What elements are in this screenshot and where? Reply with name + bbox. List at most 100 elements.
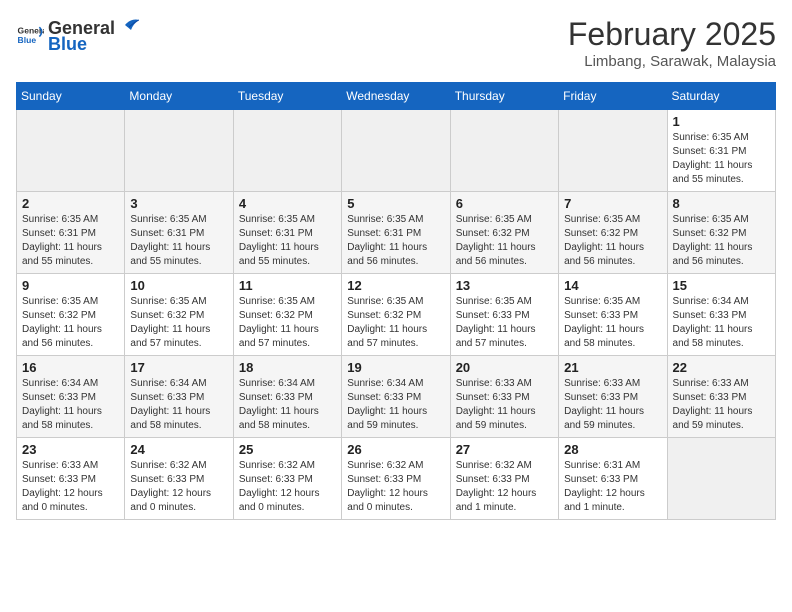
calendar-cell [233,110,341,192]
calendar-cell [17,110,125,192]
day-info: Sunrise: 6:32 AMSunset: 6:33 PMDaylight:… [456,459,553,515]
calendar-cell: 22 Sunrise: 6:33 AMSunset: 6:33 PMDayligh… [667,356,775,438]
day-info: Sunrise: 6:35 AMSunset: 6:31 PMDaylight:… [673,131,770,187]
day-number: 12 [347,278,444,293]
day-number: 4 [239,196,336,211]
calendar-week-row: 16 Sunrise: 6:34 AMSunset: 6:33 PMDayligh… [17,356,776,438]
calendar-cell: 4 Sunrise: 6:35 AMSunset: 6:31 PMDaylight… [233,192,341,274]
calendar-cell [342,110,450,192]
column-header-thursday: Thursday [450,83,558,110]
day-number: 16 [22,360,119,375]
day-number: 2 [22,196,119,211]
calendar-cell: 24 Sunrise: 6:32 AMSunset: 6:33 PMDayligh… [125,438,233,520]
calendar-cell [559,110,667,192]
day-number: 3 [130,196,227,211]
calendar-cell: 25 Sunrise: 6:32 AMSunset: 6:33 PMDayligh… [233,438,341,520]
day-info: Sunrise: 6:33 AMSunset: 6:33 PMDaylight:… [673,377,770,433]
day-info: Sunrise: 6:35 AMSunset: 6:31 PMDaylight:… [239,213,336,269]
day-number: 28 [564,442,661,457]
calendar-cell: 2 Sunrise: 6:35 AMSunset: 6:31 PMDaylight… [17,192,125,274]
logo: General Blue General Blue [16,16,141,55]
day-number: 15 [673,278,770,293]
day-number: 7 [564,196,661,211]
column-header-monday: Monday [125,83,233,110]
day-info: Sunrise: 6:35 AMSunset: 6:33 PMDaylight:… [564,295,661,351]
calendar-table: SundayMondayTuesdayWednesdayThursdayFrid… [16,82,776,520]
day-info: Sunrise: 6:35 AMSunset: 6:33 PMDaylight:… [456,295,553,351]
day-number: 8 [673,196,770,211]
day-number: 6 [456,196,553,211]
day-info: Sunrise: 6:35 AMSunset: 6:32 PMDaylight:… [456,213,553,269]
day-info: Sunrise: 6:34 AMSunset: 6:33 PMDaylight:… [130,377,227,433]
day-info: Sunrise: 6:35 AMSunset: 6:31 PMDaylight:… [347,213,444,269]
day-info: Sunrise: 6:35 AMSunset: 6:32 PMDaylight:… [673,213,770,269]
header: General Blue General Blue February 2025 … [16,16,776,70]
calendar-cell: 6 Sunrise: 6:35 AMSunset: 6:32 PMDaylight… [450,192,558,274]
day-number: 17 [130,360,227,375]
day-info: Sunrise: 6:31 AMSunset: 6:33 PMDaylight:… [564,459,661,515]
day-info: Sunrise: 6:34 AMSunset: 6:33 PMDaylight:… [22,377,119,433]
day-info: Sunrise: 6:32 AMSunset: 6:33 PMDaylight:… [347,459,444,515]
day-info: Sunrise: 6:33 AMSunset: 6:33 PMDaylight:… [22,459,119,515]
calendar-cell: 19Sunrise: 6:34 AMSunset: 6:33 PMDayligh… [342,356,450,438]
day-number: 24 [130,442,227,457]
day-info: Sunrise: 6:35 AMSunset: 6:32 PMDaylight:… [239,295,336,351]
title-block: February 2025 Limbang, Sarawak, Malaysia [568,16,776,70]
calendar-title: February 2025 [568,16,776,53]
day-info: Sunrise: 6:32 AMSunset: 6:33 PMDaylight:… [239,459,336,515]
calendar-cell: 18Sunrise: 6:34 AMSunset: 6:33 PMDayligh… [233,356,341,438]
calendar-subtitle: Limbang, Sarawak, Malaysia [568,53,776,70]
svg-text:Blue: Blue [18,35,37,45]
calendar-cell: 11 Sunrise: 6:35 AMSunset: 6:32 PMDayligh… [233,274,341,356]
calendar-week-row: 2 Sunrise: 6:35 AMSunset: 6:31 PMDaylight… [17,192,776,274]
calendar-cell: 27 Sunrise: 6:32 AMSunset: 6:33 PMDayligh… [450,438,558,520]
calendar-cell: 9Sunrise: 6:35 AMSunset: 6:32 PMDaylight… [17,274,125,356]
day-number: 11 [239,278,336,293]
column-header-saturday: Saturday [667,83,775,110]
day-number: 25 [239,442,336,457]
day-number: 18 [239,360,336,375]
day-number: 23 [22,442,119,457]
calendar-week-row: 23 Sunrise: 6:33 AMSunset: 6:33 PMDayligh… [17,438,776,520]
logo-bird-icon [117,16,139,34]
day-info: Sunrise: 6:35 AMSunset: 6:32 PMDaylight:… [347,295,444,351]
calendar-cell [450,110,558,192]
day-info: Sunrise: 6:35 AMSunset: 6:32 PMDaylight:… [22,295,119,351]
calendar-cell: 28 Sunrise: 6:31 AMSunset: 6:33 PMDayligh… [559,438,667,520]
calendar-cell: 5Sunrise: 6:35 AMSunset: 6:31 PMDaylight… [342,192,450,274]
calendar-cell: 16 Sunrise: 6:34 AMSunset: 6:33 PMDayligh… [17,356,125,438]
calendar-cell [125,110,233,192]
day-number: 27 [456,442,553,457]
day-info: Sunrise: 6:35 AMSunset: 6:31 PMDaylight:… [22,213,119,269]
calendar-cell: 12 Sunrise: 6:35 AMSunset: 6:32 PMDayligh… [342,274,450,356]
column-header-tuesday: Tuesday [233,83,341,110]
column-header-friday: Friday [559,83,667,110]
logo-icon: General Blue [16,21,44,49]
calendar-week-row: 1 Sunrise: 6:35 AMSunset: 6:31 PMDaylight… [17,110,776,192]
day-number: 10 [130,278,227,293]
day-info: Sunrise: 6:32 AMSunset: 6:33 PMDaylight:… [130,459,227,515]
calendar-cell: 14 Sunrise: 6:35 AMSunset: 6:33 PMDayligh… [559,274,667,356]
column-header-wednesday: Wednesday [342,83,450,110]
calendar-header-row: SundayMondayTuesdayWednesdayThursdayFrid… [17,83,776,110]
day-info: Sunrise: 6:33 AMSunset: 6:33 PMDaylight:… [456,377,553,433]
day-number: 14 [564,278,661,293]
calendar-cell: 26 Sunrise: 6:32 AMSunset: 6:33 PMDayligh… [342,438,450,520]
calendar-cell: 3 Sunrise: 6:35 AMSunset: 6:31 PMDaylight… [125,192,233,274]
calendar-cell: 7Sunrise: 6:35 AMSunset: 6:32 PMDaylight… [559,192,667,274]
day-number: 19 [347,360,444,375]
column-header-sunday: Sunday [17,83,125,110]
day-info: Sunrise: 6:35 AMSunset: 6:31 PMDaylight:… [130,213,227,269]
day-number: 22 [673,360,770,375]
day-number: 26 [347,442,444,457]
day-number: 21 [564,360,661,375]
day-info: Sunrise: 6:33 AMSunset: 6:33 PMDaylight:… [564,377,661,433]
day-info: Sunrise: 6:34 AMSunset: 6:33 PMDaylight:… [673,295,770,351]
day-number: 13 [456,278,553,293]
calendar-cell: 17 Sunrise: 6:34 AMSunset: 6:33 PMDayligh… [125,356,233,438]
calendar-cell: 10 Sunrise: 6:35 AMSunset: 6:32 PMDayligh… [125,274,233,356]
day-info: Sunrise: 6:35 AMSunset: 6:32 PMDaylight:… [130,295,227,351]
calendar-cell: 15 Sunrise: 6:34 AMSunset: 6:33 PMDayligh… [667,274,775,356]
calendar-cell: 20Sunrise: 6:33 AMSunset: 6:33 PMDayligh… [450,356,558,438]
day-number: 1 [673,114,770,129]
